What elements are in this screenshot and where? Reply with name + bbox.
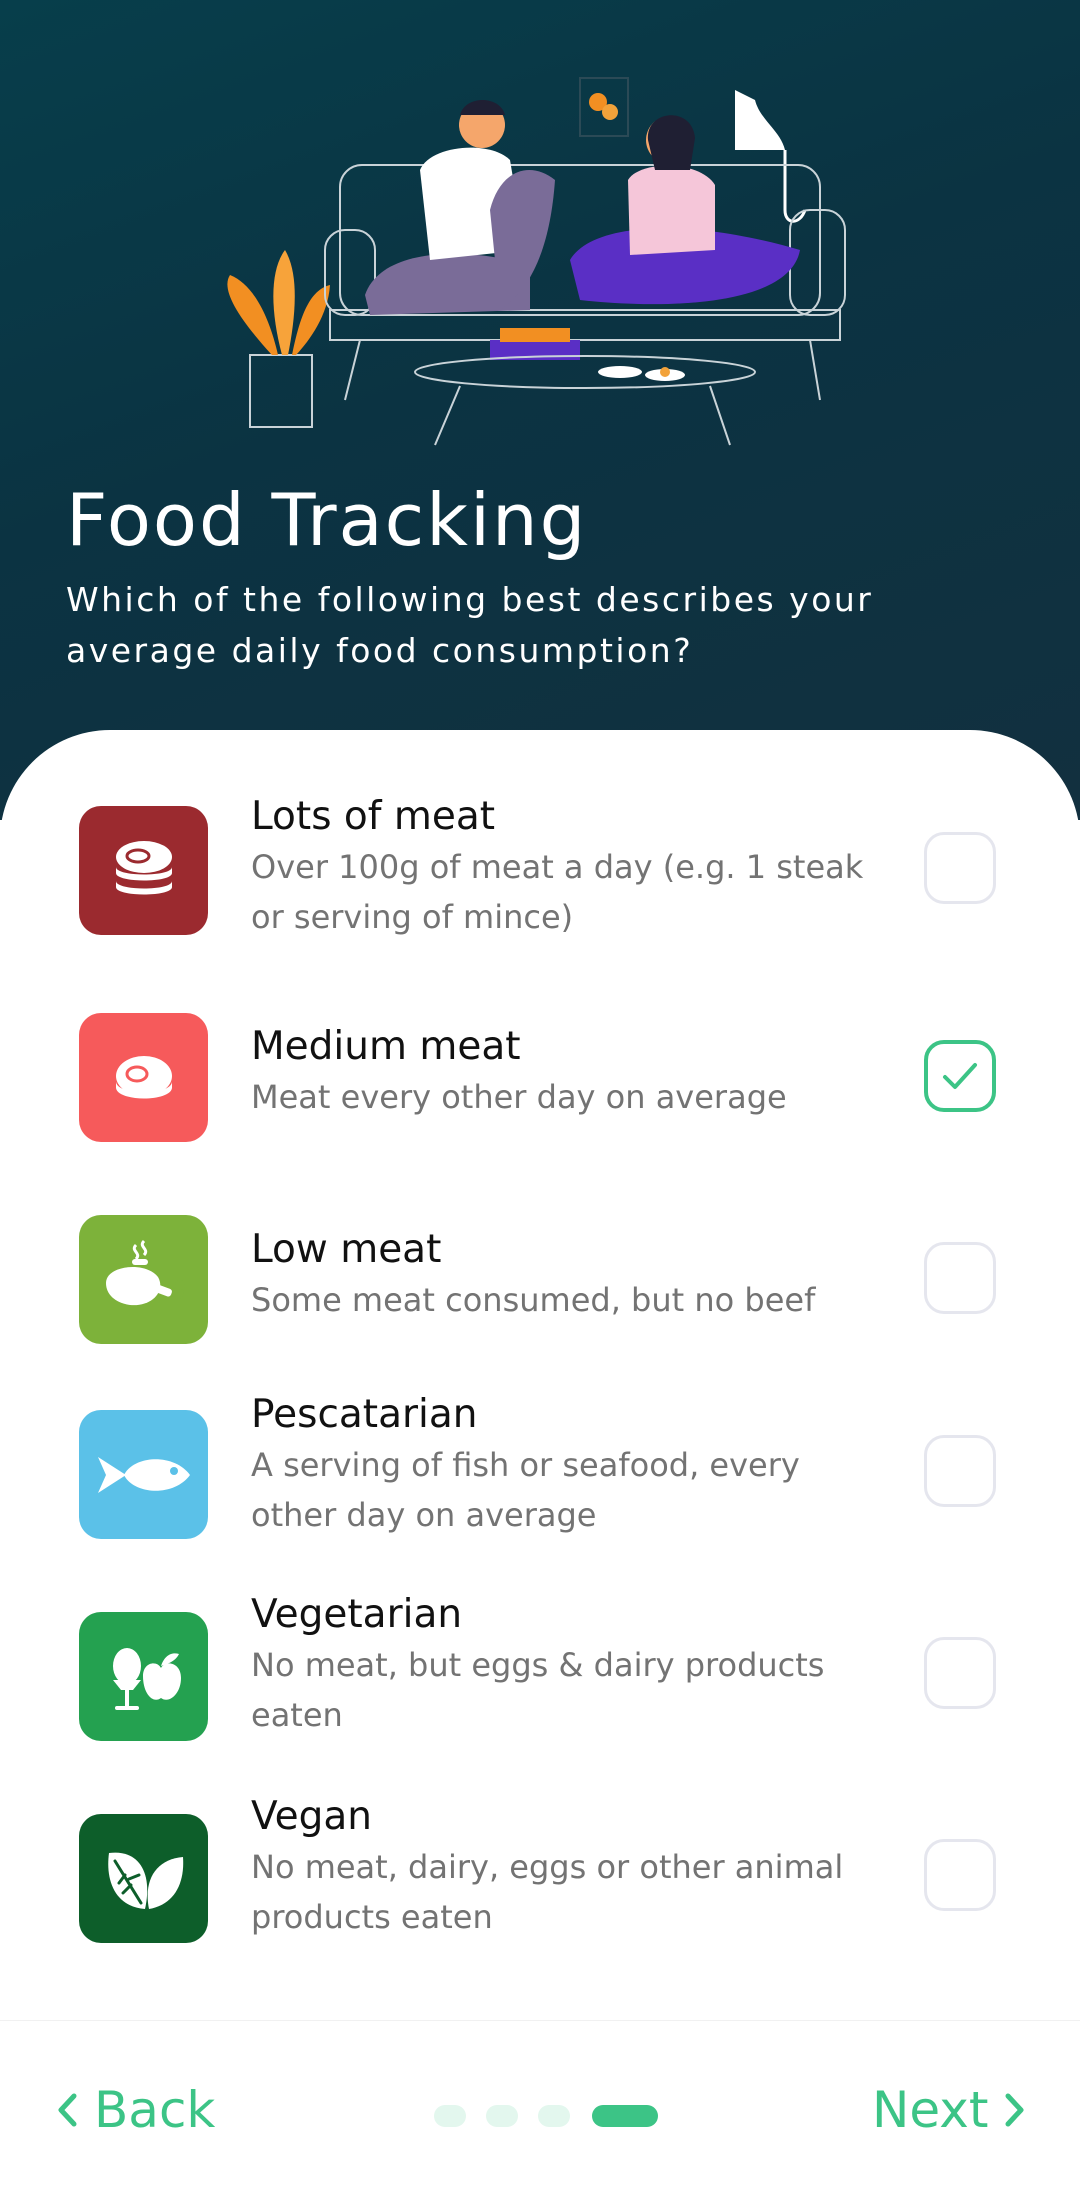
option-icon-tile [79,806,208,935]
option-icon-tile [79,1215,208,1344]
option-checkbox[interactable] [924,1637,996,1709]
header: Food Tracking Which of the following bes… [0,0,1080,820]
steak-icon [115,1055,172,1098]
option-pescatarian[interactable]: Pescatarian A serving of fish or seafood… [0,1390,1080,1560]
back-label: Back [94,2081,216,2139]
next-button[interactable]: Next [872,2081,1026,2139]
egg-apple-icon [112,1647,181,1710]
option-icon-tile [79,1410,208,1539]
chevron-right-icon [1005,2093,1024,2127]
option-description: Meat every other day on average [251,1078,787,1116]
option-icon-tile [79,1814,208,1943]
checkmark-icon [943,1063,977,1089]
page-dot [486,2105,518,2127]
next-label: Next [872,2081,989,2139]
page-dot [434,2105,466,2127]
option-low-meat[interactable]: Low meat Some meat consumed, but no beef [0,1200,1080,1350]
page-title: Food Tracking [66,478,588,562]
option-lots-of-meat[interactable]: Lots of meat Over 100g of meat a day (e.… [0,780,1080,950]
option-vegan[interactable]: Vegan No meat, dairy, eggs or other anim… [0,1792,1080,1962]
couple-on-sofa-illustration [227,77,846,446]
steak-stack-icon [115,840,172,894]
option-description: No meat, but eggs & dairy products eaten [251,1646,825,1734]
option-title: Vegan [251,1794,373,1839]
option-description: No meat, dairy, eggs or other animal pro… [251,1848,844,1936]
back-button[interactable]: Back [56,2081,215,2139]
page-dot-active [592,2105,658,2127]
fish-icon [97,1456,190,1493]
option-description: A serving of fish or seafood, every othe… [251,1446,800,1534]
option-vegetarian[interactable]: Vegetarian No meat, but eggs & dairy pro… [0,1590,1080,1760]
chevron-left-icon [58,2093,77,2127]
option-checkbox[interactable] [924,1839,996,1911]
option-title: Vegetarian [251,1592,463,1637]
option-icon-tile [79,1612,208,1741]
option-checkbox[interactable] [924,1435,996,1507]
footer-nav: Back Next [0,2020,1080,2211]
option-checkbox[interactable] [924,1242,996,1314]
option-description: Over 100g of meat a day (e.g. 1 steak or… [251,848,864,936]
option-icon-tile [79,1013,208,1142]
option-checkbox[interactable] [924,1040,996,1112]
page-dot [538,2105,570,2127]
chicken-icon [105,1239,185,1305]
page-subtitle: Which of the following best describes yo… [66,580,874,670]
option-title: Low meat [251,1227,442,1272]
option-title: Pescatarian [251,1392,478,1437]
option-medium-meat[interactable]: Medium meat Meat every other day on aver… [0,1000,1080,1150]
option-title: Medium meat [251,1024,521,1069]
option-title: Lots of meat [251,794,496,839]
option-description: Some meat consumed, but no beef [251,1281,816,1319]
leaves-icon [107,1852,183,1909]
option-checkbox[interactable] [924,832,996,904]
